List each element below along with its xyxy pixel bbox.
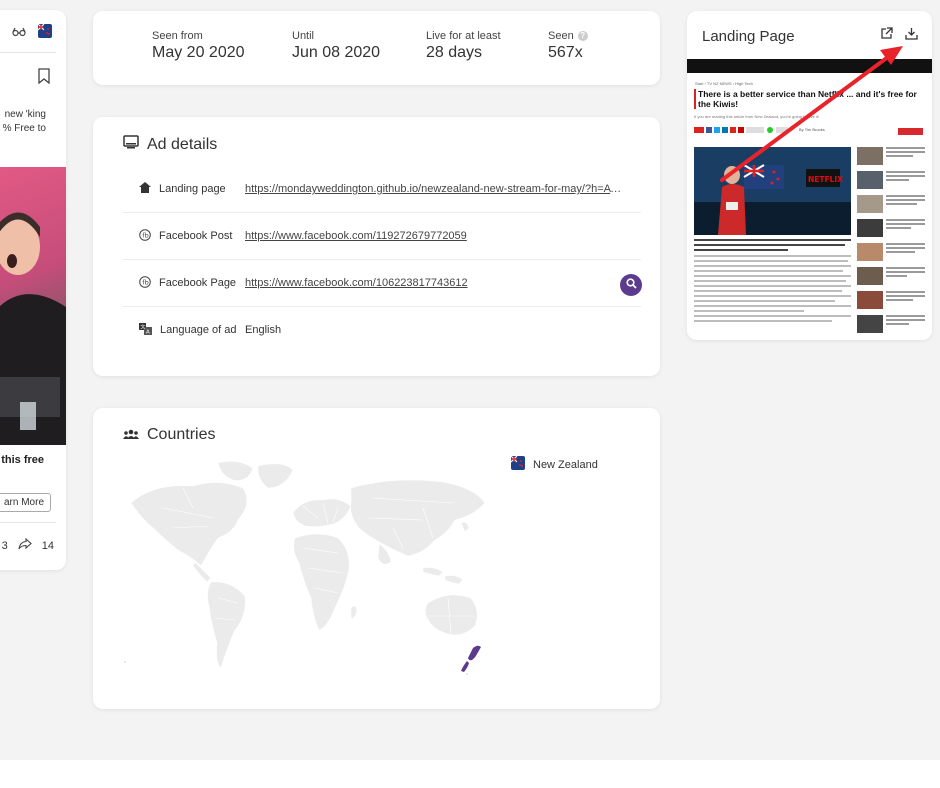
world-map[interactable]	[123, 458, 493, 688]
footer-strip	[0, 760, 940, 788]
help-icon[interactable]: ?	[577, 31, 588, 41]
glasses-icon[interactable]	[12, 25, 26, 43]
download-icon[interactable]	[905, 27, 918, 45]
ad-details-heading: Ad details	[123, 135, 217, 154]
seen-from-value: May 20 2020	[152, 44, 245, 61]
landing-page-preview[interactable]: Start › TV NZ NEWS › High Tech There is …	[687, 59, 932, 340]
seen-stat: Seen? 567x	[548, 30, 588, 62]
facebook-page-link[interactable]: https://www.facebook.com/106223817743612	[245, 277, 468, 289]
until-stat: Until Jun 08 2020	[292, 30, 381, 61]
landing-page-link[interactable]: https://mondayweddington.github.io/newze…	[245, 183, 623, 195]
preview-headline: There is a better service than Netflix .…	[694, 89, 922, 109]
seen-value: 567x	[548, 44, 583, 61]
ad-text-snippet: new 'king % Free to	[2, 109, 46, 134]
bookmark-icon[interactable]	[38, 68, 50, 89]
nz-flag-icon	[510, 455, 525, 473]
landing-page-heading: Landing Page	[702, 28, 795, 45]
live-for-value: 28 days	[426, 44, 483, 61]
preview-breadcrumb: Start › TV NZ NEWS › High Tech	[695, 81, 753, 86]
preview-subline: If you are reading this article from New…	[694, 114, 820, 119]
until-value: Jun 08 2020	[292, 44, 381, 61]
landing-page-actions	[880, 27, 918, 45]
header-divider	[0, 52, 56, 53]
preview-top-bar	[687, 59, 932, 73]
external-link-icon[interactable]	[880, 27, 893, 45]
home-icon	[139, 182, 151, 196]
country-legend-item[interactable]: New Zealand	[510, 455, 598, 473]
facebook-post-row: fb Facebook Post https://www.facebook.co…	[123, 213, 641, 259]
preview-main-image: NETFLIX	[694, 147, 851, 235]
ad-headline-snippet: this free	[1, 454, 44, 466]
search-page-button[interactable]	[620, 274, 642, 296]
search-icon	[625, 276, 637, 294]
ad-header-icons	[12, 23, 52, 43]
monitor-icon	[123, 135, 139, 154]
seen-from-stat: Seen from May 20 2020	[152, 30, 245, 61]
new-zealand-highlight[interactable]	[461, 645, 481, 672]
countries-heading: Countries	[123, 426, 215, 444]
landing-page-card: Landing Page Start › TV NZ NEWS › High T…	[687, 11, 932, 340]
engagement-stats: 3 14	[1, 537, 54, 553]
countries-card: Countries New Zealand	[93, 408, 660, 709]
footer-divider	[0, 522, 56, 523]
preview-article-text	[694, 239, 851, 325]
facebook-icon: fb	[139, 228, 151, 244]
svg-text:文: 文	[140, 323, 145, 330]
learn-more-button[interactable]: arn More	[0, 493, 51, 512]
ad-image	[0, 167, 66, 445]
preview-red-button	[898, 128, 923, 135]
ad-stats-card: Seen from May 20 2020 Until Jun 08 2020 …	[93, 11, 660, 85]
language-value: English	[245, 324, 282, 336]
preview-byline: By Tim Brooks	[799, 127, 825, 132]
language-row: 文A Language of ad English	[139, 322, 282, 338]
nz-flag-icon	[37, 23, 52, 43]
comments-count: 3	[1, 539, 8, 552]
share-icon	[18, 537, 32, 553]
svg-text:fb: fb	[142, 278, 148, 286]
users-icon	[123, 426, 139, 444]
ad-preview-card: new 'king % Free to this free arn More 3…	[0, 10, 66, 570]
svg-text:NETFLIX: NETFLIX	[808, 175, 843, 184]
facebook-post-link[interactable]: https://www.facebook.com/119272679772059	[245, 230, 467, 242]
live-for-stat: Live for at least 28 days	[426, 30, 501, 61]
translate-icon: 文A	[139, 322, 152, 338]
landing-page-row: Landing page https://mondayweddington.gi…	[123, 166, 641, 212]
svg-text:fb: fb	[142, 231, 148, 239]
ad-details-card: Ad details Landing page https://mondaywe…	[93, 117, 660, 376]
seen-label: Seen	[548, 30, 574, 42]
preview-sidebar	[857, 147, 925, 339]
facebook-page-row: fb Facebook Page https://www.facebook.co…	[123, 260, 641, 306]
preview-share-bar	[694, 127, 788, 133]
shares-count: 14	[41, 539, 54, 552]
facebook-icon: fb	[139, 275, 151, 291]
svg-text:A: A	[146, 329, 150, 335]
